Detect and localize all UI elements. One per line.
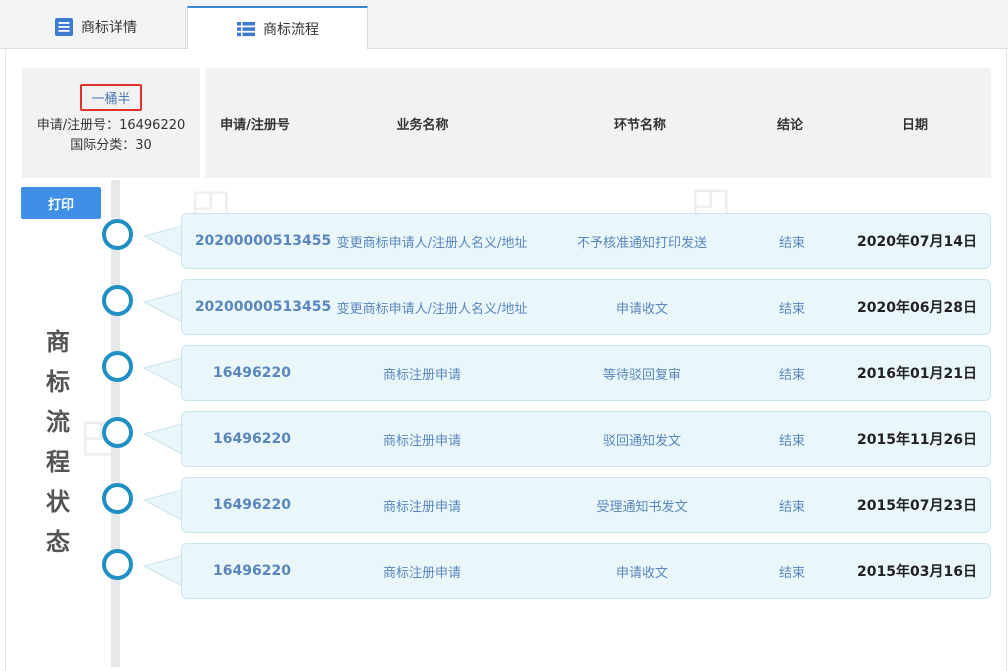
circle-node-icon (102, 285, 133, 316)
registration-number: 申请/注册号：16496220 (36, 118, 186, 133)
international-class: 国际分类：30 (70, 138, 152, 153)
tab-label: 商标详情 (81, 19, 137, 36)
side-title-char: 态 (46, 528, 70, 556)
table-row: 20200000513455 变更商标申请人/注册人名义/地址 不予核准通知打印… (181, 213, 991, 269)
row-business-name: 商标注册申请 (382, 367, 461, 383)
table-row: 16496220 商标注册申请 驳回通知发文 结束 2015年11月26日 (181, 411, 991, 467)
row-business-name: 商标注册申请 (382, 433, 461, 449)
row-business-name: 变更商标申请人/注册人名义/地址 (336, 301, 528, 317)
row-step-name: 不予核准通知打印发送 (576, 235, 707, 251)
row-date: 2015年07月23日 (857, 498, 977, 514)
row-pointer (142, 423, 183, 455)
tab-trademark-details[interactable]: 商标详情 (6, 6, 186, 47)
side-title-char: 商 (46, 328, 70, 356)
row-reg-number: 16496220 (213, 365, 291, 381)
side-title-char: 标 (46, 368, 70, 396)
row-result: 结束 (778, 565, 805, 581)
table-row: 16496220 商标注册申请 等待驳回复审 结束 2016年01月21日 (181, 345, 991, 401)
row-result: 结束 (778, 367, 805, 383)
circle-node-icon (102, 351, 133, 382)
row-step-name: 受理通知书发文 (596, 499, 688, 515)
row-pointer (142, 489, 183, 521)
row-date: 2015年11月26日 (857, 432, 977, 448)
row-reg-number: 20200000513455 (194, 233, 332, 249)
print-button[interactable]: 打印 (21, 187, 101, 219)
row-step-name: 驳回通知发文 (602, 433, 681, 449)
row-business-name: 变更商标申请人/注册人名义/地址 (336, 235, 528, 251)
row-business-name: 商标注册申请 (382, 499, 461, 515)
circle-node-icon (102, 219, 133, 250)
row-reg-number: 20200000513455 (194, 299, 332, 315)
row-result: 结束 (778, 499, 805, 515)
row-step-name: 申请收文 (615, 565, 668, 581)
header-result: 结论 (776, 117, 803, 133)
row-date: 2016年01月21日 (857, 366, 977, 382)
circle-node-icon (102, 417, 133, 448)
circle-node-icon (102, 483, 133, 514)
circle-node-icon (102, 549, 133, 580)
row-result: 结束 (778, 433, 805, 449)
header-step-name: 环节名称 (613, 117, 666, 133)
row-date: 2020年06月28日 (857, 300, 977, 316)
table-header: 申请/注册号 业务名称 环节名称 结论 日期 (205, 68, 991, 178)
row-pointer (142, 357, 183, 389)
trademark-name: 一桶半 (80, 84, 142, 111)
row-result: 结束 (778, 301, 805, 317)
side-title: 商 标 流 程 状 态 (36, 322, 80, 562)
header-date: 日期 (901, 117, 928, 133)
trademark-info-box: 一桶半 申请/注册号：16496220 国际分类：30 (22, 68, 200, 178)
side-title-char: 程 (46, 448, 70, 476)
row-business-name: 商标注册申请 (382, 565, 461, 581)
tab-trademark-flow[interactable]: 商标流程 (187, 6, 368, 49)
row-step-name: 申请收文 (615, 301, 668, 317)
row-reg-number: 16496220 (213, 497, 291, 513)
table-row: 16496220 商标注册申请 申请收文 结束 2015年03月16日 (181, 543, 991, 599)
row-reg-number: 16496220 (213, 563, 291, 579)
row-result: 结束 (778, 235, 805, 251)
table-row: 20200000513455 变更商标申请人/注册人名义/地址 申请收文 结束 … (181, 279, 991, 335)
row-reg-number: 16496220 (213, 431, 291, 447)
header-reg-number: 申请/注册号 (220, 117, 290, 133)
document-list-icon (55, 17, 73, 36)
row-date: 2020年07月14日 (857, 234, 977, 250)
header-business-name: 业务名称 (396, 117, 449, 133)
tab-bar: 商标详情 商标流程 (0, 0, 1008, 49)
row-pointer (142, 291, 183, 323)
row-date: 2015年03月16日 (857, 564, 977, 580)
table-list-icon (237, 21, 255, 36)
row-pointer (142, 555, 183, 587)
tab-label: 商标流程 (263, 21, 319, 38)
side-title-char: 流 (46, 408, 70, 436)
table-row: 16496220 商标注册申请 受理通知书发文 结束 2015年07月23日 (181, 477, 991, 533)
side-title-char: 状 (46, 488, 70, 516)
row-pointer (142, 225, 183, 257)
row-step-name: 等待驳回复审 (602, 367, 681, 383)
